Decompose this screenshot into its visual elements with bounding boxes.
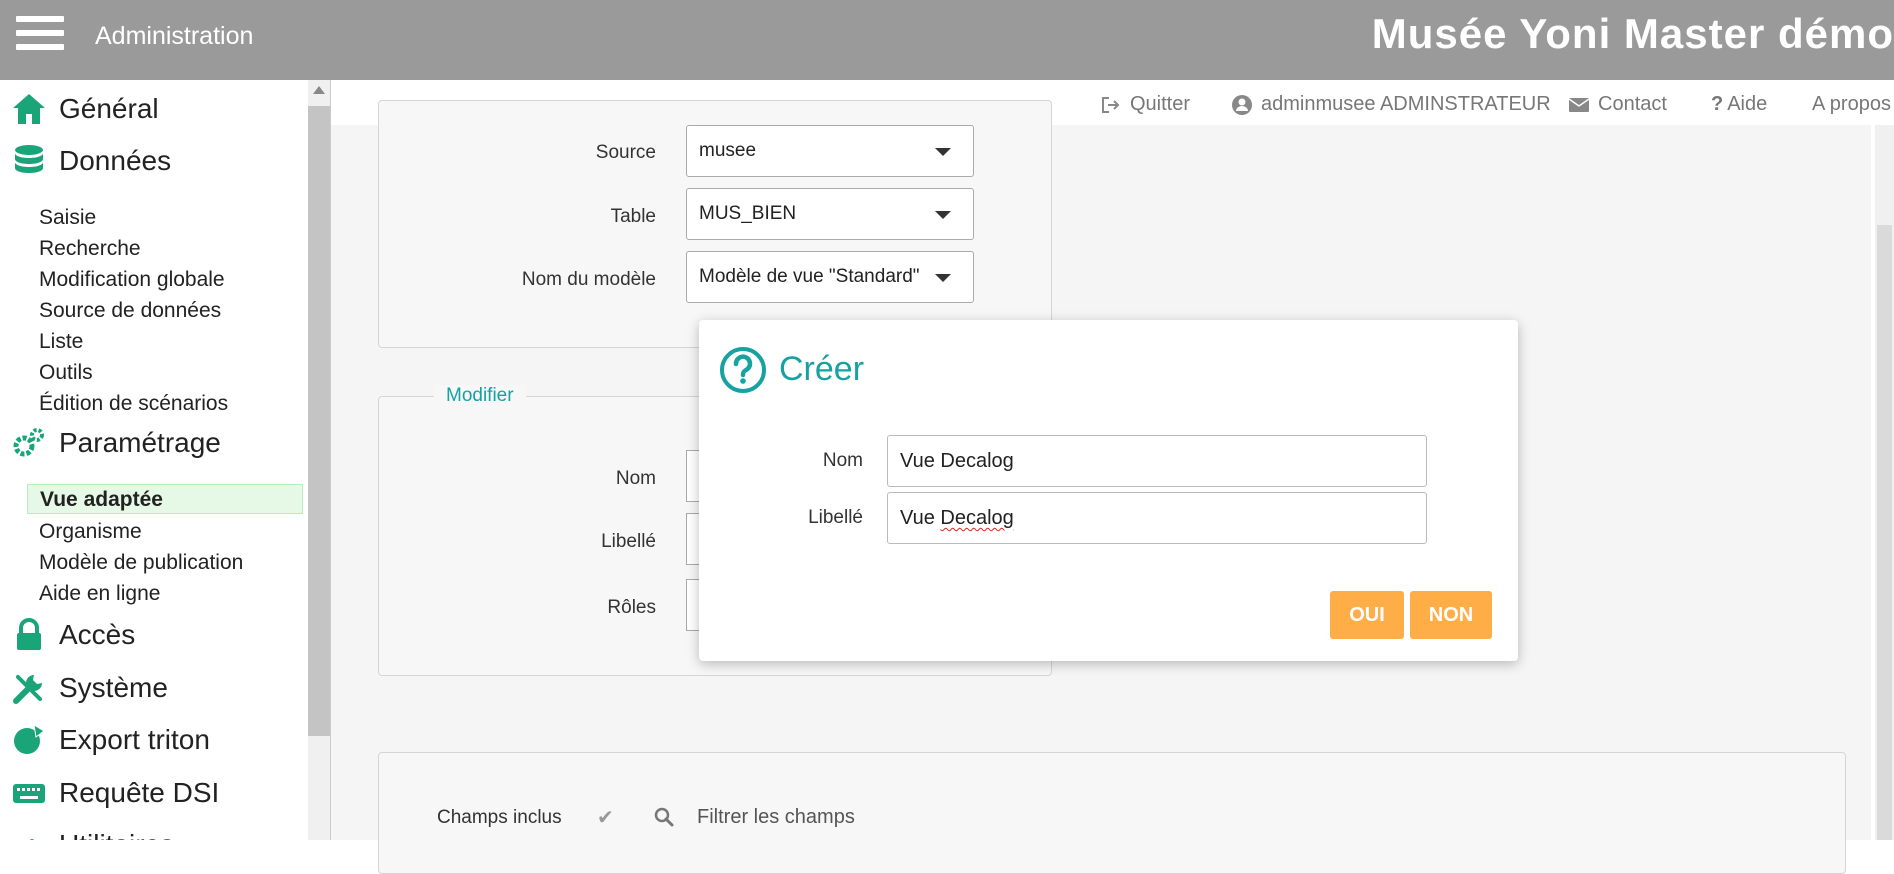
oui-button[interactable]: OUI bbox=[1330, 591, 1404, 639]
source-select[interactable]: musee bbox=[686, 125, 974, 177]
sidebar-scrollbar[interactable] bbox=[308, 80, 330, 840]
dialog-libelle-input[interactable]: Vue Decalog bbox=[887, 492, 1427, 544]
dialog-nom-input[interactable]: Vue Decalog bbox=[887, 435, 1427, 487]
model-name-select[interactable]: Modèle de vue "Standard" bbox=[686, 251, 974, 303]
sidebar-scroll-thumb[interactable] bbox=[308, 106, 330, 736]
create-dialog: Créer Nom Vue Decalog Libellé Vue Decalo… bbox=[699, 320, 1518, 661]
wrench-icon bbox=[29, 839, 35, 840]
globe-export-icon bbox=[14, 724, 45, 754]
admin-title: Administration bbox=[95, 22, 254, 50]
model-name-label: Nom du modèle bbox=[521, 269, 656, 290]
roles-label: Rôles bbox=[607, 597, 656, 618]
sidebar-item-modele-publication[interactable]: Modèle de publication bbox=[39, 551, 243, 575]
sidebar-item-edition-scenarios[interactable]: Édition de scénarios bbox=[39, 392, 228, 416]
sidebar-section-export-triton[interactable]: Export triton bbox=[12, 723, 210, 757]
sidebar-item-aide-en-ligne[interactable]: Aide en ligne bbox=[39, 582, 160, 606]
libelle-label: Libellé bbox=[601, 531, 656, 552]
search-icon bbox=[654, 807, 674, 827]
included-fields-label: Champs inclus bbox=[437, 807, 562, 828]
scroll-up-arrow-icon[interactable] bbox=[313, 86, 325, 94]
tools-icon bbox=[13, 675, 42, 704]
table-label: Table bbox=[610, 206, 656, 227]
sidebar-item-source-donnees[interactable]: Source de données bbox=[39, 299, 221, 323]
sidebar-item-outils[interactable]: Outils bbox=[39, 361, 93, 385]
keyboard-icon bbox=[13, 784, 45, 803]
sidebar-section-systeme[interactable]: Système bbox=[12, 671, 168, 705]
sidebar-section-donnees[interactable]: Données bbox=[12, 144, 171, 178]
filter-fields-input[interactable]: Filtrer les champs bbox=[697, 806, 855, 829]
dialog-libelle-label: Libellé bbox=[808, 507, 863, 528]
content-scrollbar[interactable] bbox=[1875, 125, 1894, 840]
sidebar: Général Données Saisie Recherche Modific… bbox=[0, 80, 310, 840]
sidebar-section-parametrage[interactable]: Paramétrage bbox=[12, 426, 221, 460]
home-icon bbox=[13, 94, 45, 124]
dialog-title: Créer bbox=[779, 350, 865, 388]
chevron-down-icon bbox=[935, 211, 951, 219]
sidebar-section-utilitaires[interactable]: Utilitaires bbox=[12, 828, 174, 840]
user-link[interactable]: adminmusee ADMINSTRATEUR bbox=[1231, 93, 1551, 116]
sidebar-section-general[interactable]: Général bbox=[12, 92, 159, 126]
help-link[interactable]: ? Aide bbox=[1711, 93, 1767, 116]
sidebar-item-organisme[interactable]: Organisme bbox=[39, 520, 142, 544]
sidebar-item-saisie[interactable]: Saisie bbox=[39, 206, 96, 230]
sidebar-item-modification-globale[interactable]: Modification globale bbox=[39, 268, 225, 292]
user-circle-icon bbox=[1232, 94, 1252, 115]
double-check-icon[interactable]: ✔ bbox=[597, 805, 614, 830]
sidebar-item-recherche[interactable]: Recherche bbox=[39, 237, 141, 261]
sidebar-item-liste[interactable]: Liste bbox=[39, 330, 83, 354]
top-bar: Administration Musée Yoni Master démo bbox=[0, 0, 1894, 80]
hamburger-menu-icon[interactable] bbox=[16, 16, 64, 56]
nom-label: Nom bbox=[615, 468, 656, 489]
app-title: Musée Yoni Master démo bbox=[1371, 10, 1894, 57]
chevron-down-icon bbox=[935, 148, 951, 156]
contact-link[interactable]: Contact bbox=[1568, 93, 1667, 116]
gears-icon bbox=[13, 428, 44, 457]
question-circle-icon bbox=[720, 347, 766, 393]
sidebar-section-requete-dsi[interactable]: Requête DSI bbox=[12, 776, 219, 810]
dialog-nom-label: Nom bbox=[822, 450, 863, 471]
sidebar-item-vue-adaptee[interactable]: Vue adaptée bbox=[27, 484, 303, 514]
database-icon bbox=[15, 145, 43, 173]
misspelled-word: Decalog bbox=[940, 507, 1014, 529]
sidebar-section-acces[interactable]: Accès bbox=[12, 618, 135, 652]
envelope-icon bbox=[1568, 97, 1590, 112]
table-select[interactable]: MUS_BIEN bbox=[686, 188, 974, 240]
modify-legend: Modifier bbox=[434, 385, 526, 407]
non-button[interactable]: NON bbox=[1410, 591, 1492, 639]
content-scroll-thumb[interactable] bbox=[1877, 225, 1892, 840]
question-icon: ? bbox=[1711, 93, 1724, 115]
lock-icon bbox=[17, 618, 41, 650]
source-label: Source bbox=[595, 142, 656, 163]
about-link[interactable]: A propos bbox=[1812, 93, 1891, 116]
chevron-down-icon bbox=[935, 274, 951, 282]
sign-out-icon bbox=[1102, 96, 1120, 113]
quit-link[interactable]: Quitter bbox=[1100, 93, 1190, 116]
